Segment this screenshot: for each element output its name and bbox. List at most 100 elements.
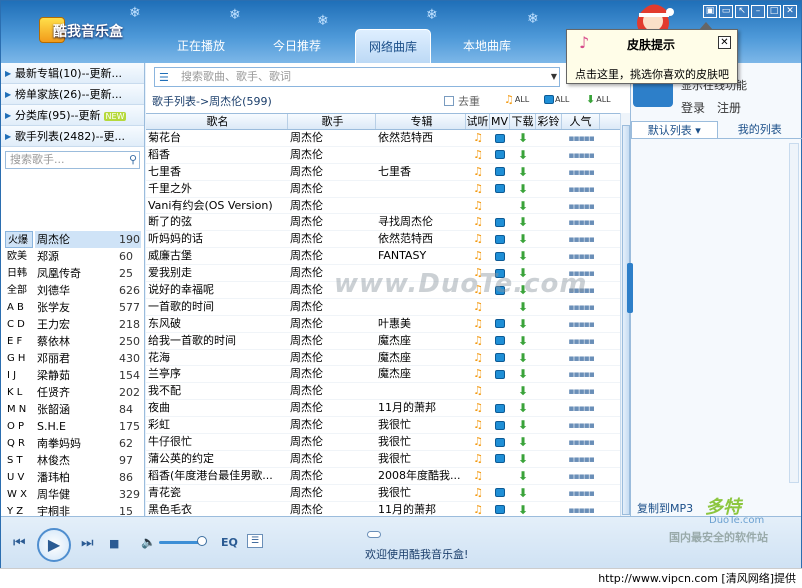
stop-icon[interactable]: ■ xyxy=(109,537,119,550)
song-album[interactable]: 我很忙 xyxy=(376,417,466,433)
song-album[interactable]: 魔杰座 xyxy=(376,366,466,382)
download-icon[interactable]: ⬇ xyxy=(510,248,536,264)
table-row[interactable]: 菊花台周杰伦依然范特西♫⬇▪▪▪▪▪ xyxy=(146,130,620,147)
singer-item[interactable]: S.H.E175 xyxy=(35,418,141,435)
alpha-index-item[interactable]: S T xyxy=(5,452,33,469)
mv-icon[interactable] xyxy=(490,316,510,332)
song-artist[interactable]: 周杰伦 xyxy=(288,350,376,366)
listen-icon[interactable]: ♫ xyxy=(466,181,490,197)
song-title[interactable]: 我不配 xyxy=(146,383,288,399)
download-icon[interactable]: ⬇ xyxy=(510,198,536,214)
song-title[interactable]: 一首歌的时间 xyxy=(146,299,288,315)
table-row[interactable]: 断了的弦周杰伦寻找周杰伦♫⬇▪▪▪▪▪ xyxy=(146,214,620,231)
download-icon[interactable]: ⬇ xyxy=(510,434,536,450)
song-title[interactable]: 威廉古堡 xyxy=(146,248,288,264)
mv-icon[interactable] xyxy=(490,485,510,501)
mv-icon[interactable] xyxy=(490,231,510,247)
listen-icon[interactable]: ♫ xyxy=(466,383,490,399)
download-icon[interactable]: ⬇ xyxy=(510,383,536,399)
singer-item[interactable]: 凤凰传奇25 xyxy=(35,265,141,282)
tab-local-library[interactable]: 本地曲库 xyxy=(449,29,525,63)
listen-icon[interactable]: ♫ xyxy=(466,434,490,450)
song-artist[interactable]: 周杰伦 xyxy=(288,417,376,433)
song-artist[interactable]: 周杰伦 xyxy=(288,181,376,197)
song-album[interactable]: 我很忙 xyxy=(376,451,466,467)
alpha-index-item[interactable]: 日韩 xyxy=(5,265,33,282)
mv-icon[interactable] xyxy=(490,417,510,433)
song-album[interactable] xyxy=(376,198,466,214)
table-row[interactable]: 东风破周杰伦叶惠美♫⬇▪▪▪▪▪ xyxy=(146,316,620,333)
alpha-index-item[interactable]: Q R xyxy=(5,435,33,452)
song-artist[interactable]: 周杰伦 xyxy=(288,299,376,315)
listen-icon[interactable]: ♫ xyxy=(466,468,490,484)
listen-icon[interactable]: ♫ xyxy=(466,333,490,349)
mini-mode-button[interactable]: ▭ xyxy=(719,5,733,18)
song-title[interactable]: 彩虹 xyxy=(146,417,288,433)
song-artist[interactable]: 周杰伦 xyxy=(288,451,376,467)
mv-icon[interactable] xyxy=(490,451,510,467)
col-mv[interactable]: MV xyxy=(490,114,510,129)
song-title[interactable]: 夜曲 xyxy=(146,400,288,416)
song-album[interactable]: 依然范特西 xyxy=(376,130,466,146)
listen-icon[interactable]: ♫ xyxy=(466,164,490,180)
song-artist[interactable]: 周杰伦 xyxy=(288,333,376,349)
table-row[interactable]: 蒲公英的约定周杰伦我很忙♫⬇▪▪▪▪▪ xyxy=(146,451,620,468)
song-album[interactable]: 寻找周杰伦 xyxy=(376,214,466,230)
singer-item[interactable]: 南拳妈妈62 xyxy=(35,435,141,452)
tooltip-message[interactable]: 点击这里，挑选你喜欢的皮肤吧 xyxy=(575,66,729,82)
singer-item[interactable]: 郑源60 xyxy=(35,248,141,265)
listen-icon[interactable]: ♫ xyxy=(466,130,490,146)
song-artist[interactable]: 周杰伦 xyxy=(288,214,376,230)
download-icon[interactable]: ⬇ xyxy=(510,299,536,315)
download-icon[interactable]: ⬇ xyxy=(510,400,536,416)
minimize-button[interactable]: – xyxy=(751,5,765,18)
alpha-index-item[interactable]: 火爆 xyxy=(5,231,33,248)
col-listen[interactable]: 试听 xyxy=(466,114,490,129)
table-row[interactable]: 给我一首歌的时间周杰伦魔杰座♫⬇▪▪▪▪▪ xyxy=(146,333,620,350)
play-button[interactable]: ▶ xyxy=(37,528,71,562)
dedupe-checkbox[interactable]: 去重 xyxy=(444,93,480,109)
song-artist[interactable]: 周杰伦 xyxy=(288,383,376,399)
song-title[interactable]: Vani有约会(OS Version) xyxy=(146,198,288,214)
playlist-icon[interactable]: ☰ xyxy=(247,534,263,548)
progress-knob[interactable] xyxy=(367,531,381,538)
mv-icon[interactable] xyxy=(490,434,510,450)
listen-all-button[interactable]: ♫ALL xyxy=(504,91,529,107)
singer-search-input[interactable]: 搜索歌手...⚲ xyxy=(5,151,140,169)
mv-icon[interactable] xyxy=(490,350,510,366)
song-artist[interactable]: 周杰伦 xyxy=(288,198,376,214)
tab-my-list[interactable]: 我的列表 xyxy=(718,121,802,138)
volume-slider[interactable] xyxy=(159,541,201,544)
mv-icon[interactable] xyxy=(490,164,510,180)
song-album[interactable]: 我很忙 xyxy=(376,485,466,501)
next-icon[interactable]: ⏭ xyxy=(81,535,94,551)
song-title[interactable]: 花海 xyxy=(146,350,288,366)
listen-icon[interactable]: ♫ xyxy=(466,400,490,416)
table-row[interactable]: 一首歌的时间周杰伦♫⬇▪▪▪▪▪ xyxy=(146,299,620,316)
tab-now-playing[interactable]: 正在播放 xyxy=(163,29,239,63)
song-title[interactable]: 爱我别走 xyxy=(146,265,288,281)
col-popularity[interactable]: 人气 xyxy=(562,114,600,129)
song-title[interactable]: 千里之外 xyxy=(146,181,288,197)
table-row[interactable]: 牛仔很忙周杰伦我很忙♫⬇▪▪▪▪▪ xyxy=(146,434,620,451)
song-album[interactable]: 叶惠美 xyxy=(376,316,466,332)
download-icon[interactable]: ⬇ xyxy=(510,130,536,146)
volume-icon[interactable]: 🔈 xyxy=(141,535,156,549)
song-title[interactable]: 给我一首歌的时间 xyxy=(146,333,288,349)
tooltip-close-button[interactable]: ✕ xyxy=(718,36,731,49)
song-title[interactable]: 稻香(年度港台最佳男歌... xyxy=(146,468,288,484)
download-icon[interactable]: ⬇ xyxy=(510,468,536,484)
song-album[interactable]: 七里香 xyxy=(376,164,466,180)
download-icon[interactable]: ⬇ xyxy=(510,214,536,230)
search-icon[interactable]: ⚲ xyxy=(129,152,137,168)
song-list-scrollbar[interactable] xyxy=(620,113,630,516)
table-row[interactable]: 听妈妈的话周杰伦依然范特西♫⬇▪▪▪▪▪ xyxy=(146,231,620,248)
listen-icon[interactable]: ♫ xyxy=(466,147,490,163)
listen-icon[interactable]: ♫ xyxy=(466,248,490,264)
singer-item[interactable]: 蔡依林250 xyxy=(35,333,141,350)
song-search-input[interactable]: ☰ 搜索歌曲、歌手、歌词 ▼ xyxy=(154,67,560,87)
song-album[interactable]: 我很忙 xyxy=(376,434,466,450)
singer-item[interactable]: 周华健329 xyxy=(35,486,141,503)
song-artist[interactable]: 周杰伦 xyxy=(288,366,376,382)
alpha-index-item[interactable]: U V xyxy=(5,469,33,486)
